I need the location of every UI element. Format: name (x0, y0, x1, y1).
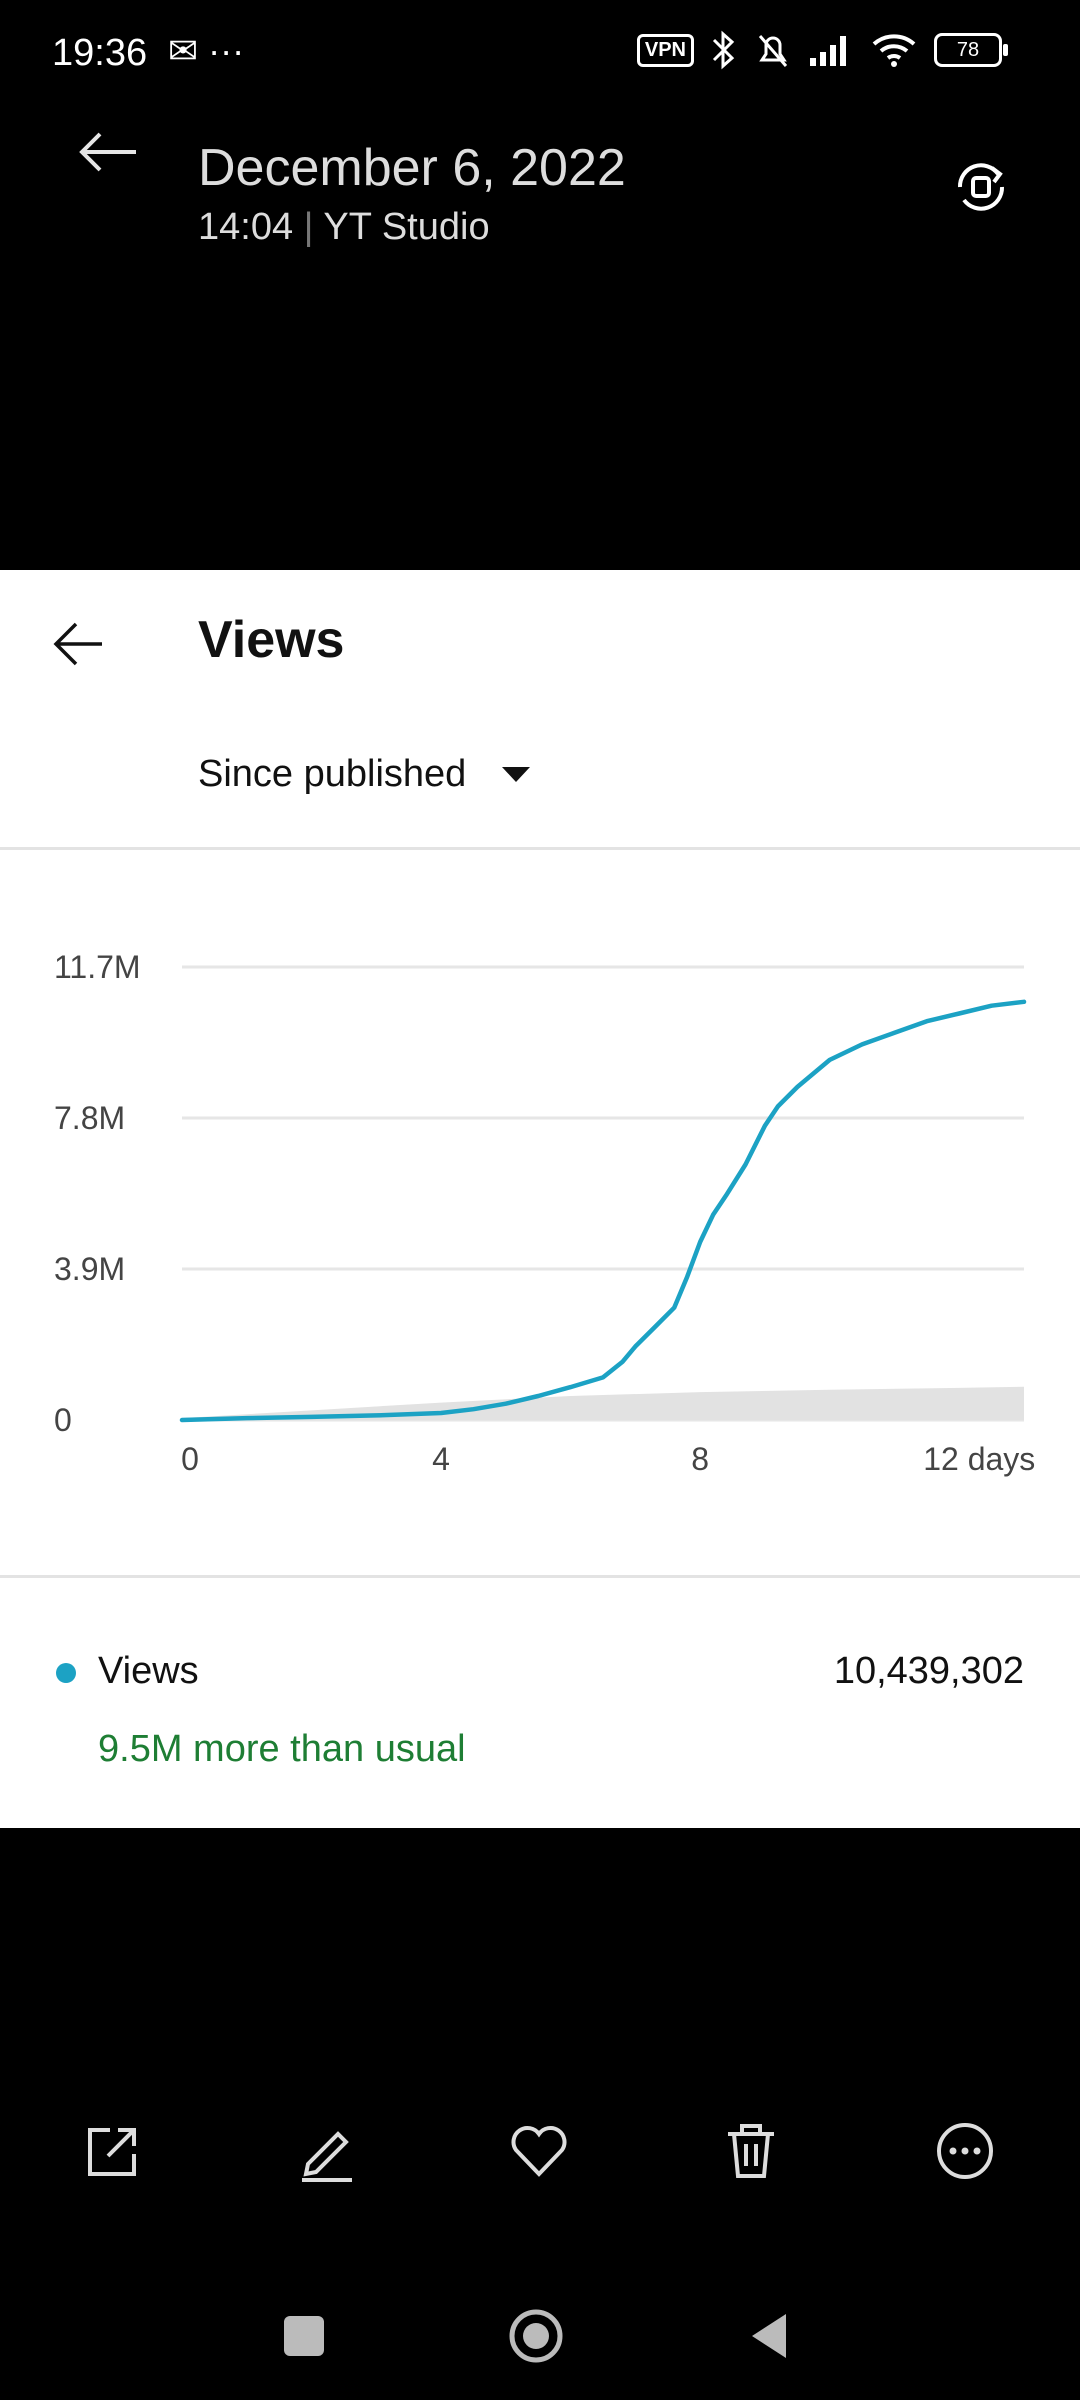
subtitle-separator: | (303, 206, 324, 248)
views-series-line (179, 999, 1027, 1423)
screenshot-content: Views Since published 0 3.9M 7.8M 11.7M 0 4 8… (0, 570, 1080, 1828)
date-range-dropdown[interactable]: Since published (198, 753, 531, 796)
y-tick-label: 0 (54, 1402, 72, 1438)
comparison-note: 9.5M more than usual (98, 1728, 466, 1770)
x-tick-label: 12 days (923, 1441, 1035, 1477)
x-tick-label: 8 (691, 1441, 709, 1477)
y-tick-label: 11.7M (54, 949, 141, 985)
favorite-heart-icon[interactable] (506, 2118, 572, 2184)
legend-dot (56, 1663, 76, 1683)
views-total: 10,439,302 (833, 1650, 1024, 1692)
back-nav-icon[interactable] (744, 2310, 796, 2362)
page-title: Views (198, 611, 345, 669)
x-tick-label: 4 (432, 1441, 450, 1477)
vpn-icon: VPN (636, 33, 694, 67)
status-time: 19:36 (52, 32, 148, 74)
more-options-icon[interactable] (932, 2118, 998, 2184)
home-nav-icon[interactable] (506, 2306, 566, 2366)
muted-bell-icon (758, 35, 788, 67)
wifi-icon (872, 34, 916, 67)
recents-nav-icon[interactable] (278, 2310, 330, 2362)
back-arrow-icon[interactable] (50, 620, 106, 668)
divider (0, 847, 1080, 850)
photo-source-app: YT Studio (323, 206, 490, 248)
y-tick-label: 7.8M (54, 1100, 125, 1136)
views-chart: 0 3.9M 7.8M 11.7M 0 4 8 12 days (54, 949, 1035, 1477)
auto-rotate-icon[interactable] (948, 154, 1014, 220)
edit-icon[interactable] (294, 2118, 360, 2184)
delete-icon[interactable] (718, 2118, 784, 2184)
back-arrow-icon[interactable] (76, 130, 140, 174)
photo-time: 14:04 (198, 206, 294, 248)
x-tick-label: 0 (181, 1441, 199, 1477)
bluetooth-icon (712, 30, 735, 70)
divider (0, 1575, 1080, 1578)
signal-icon (810, 36, 846, 66)
date-range-label: Since published (198, 753, 467, 795)
legend-label: Views (98, 1650, 199, 1692)
share-icon[interactable] (80, 2118, 146, 2184)
photo-subtitle: 14:04 | YT Studio (198, 206, 490, 249)
dropdown-arrow-icon (502, 767, 531, 782)
photo-date-title: December 6, 2022 (198, 139, 626, 197)
status-icons: VPN 78 (636, 30, 1008, 70)
y-tick-label: 3.9M (54, 1251, 125, 1287)
notification-icons: ✉ ··· (168, 30, 245, 71)
battery-icon: 78 (934, 33, 1008, 67)
